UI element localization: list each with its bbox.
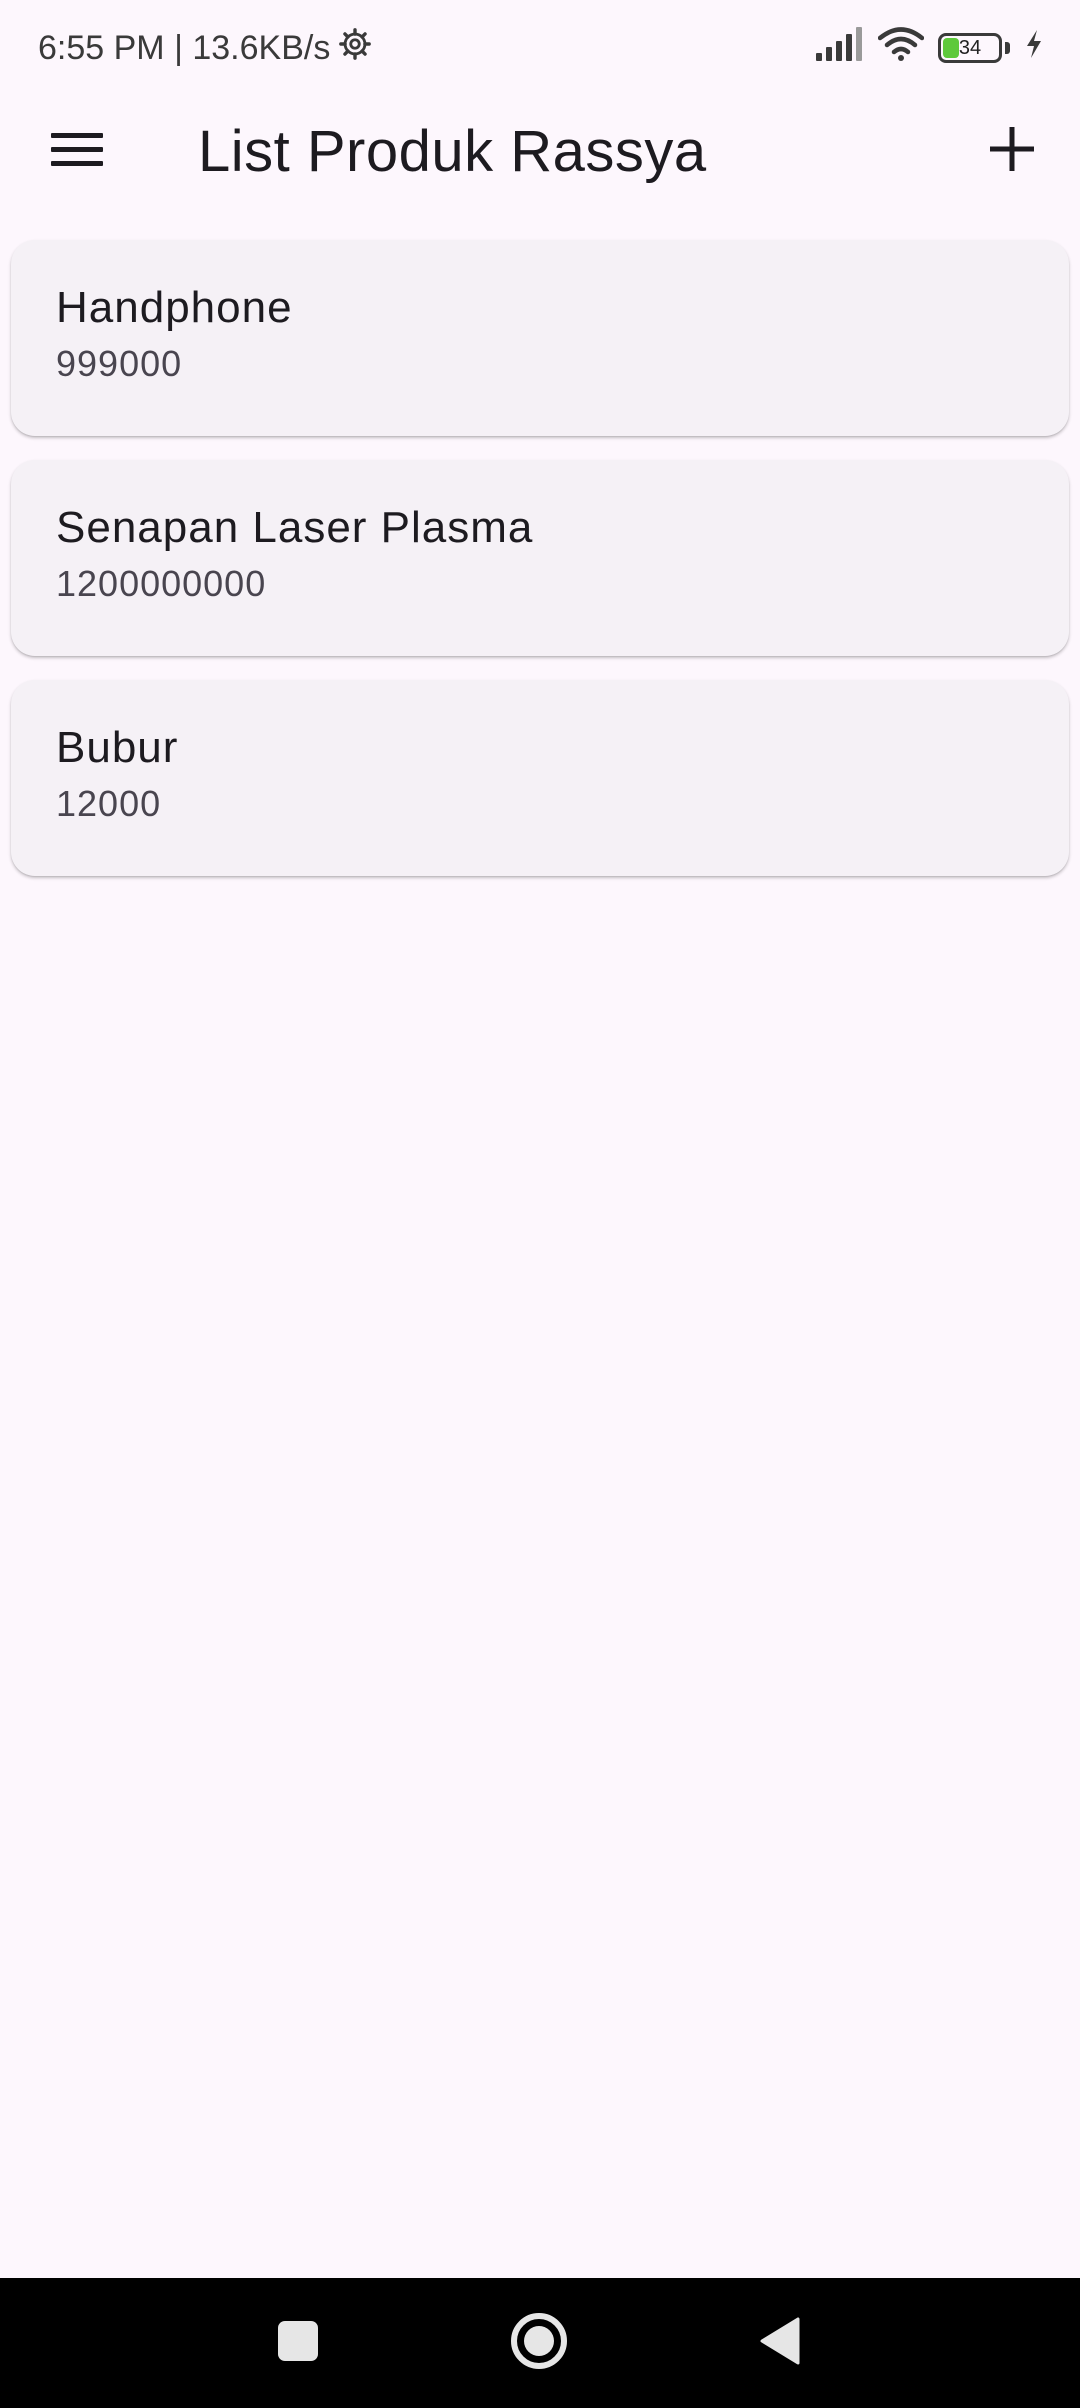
battery-level: 34 xyxy=(958,36,982,59)
product-card[interactable]: Handphone 999000 xyxy=(11,240,1069,436)
recents-button[interactable] xyxy=(258,2303,338,2383)
status-right: 34 xyxy=(814,26,1044,70)
product-list: Handphone 999000 Senapan Laser Plasma 12… xyxy=(11,240,1069,900)
square-icon xyxy=(276,2319,320,2368)
battery-cap xyxy=(1005,42,1010,54)
page-title: List Produk Rassya xyxy=(198,118,707,184)
status-left: 6:55 PM | 13.6KB/s xyxy=(38,27,372,70)
status-time-speed: 6:55 PM | 13.6KB/s xyxy=(38,28,331,67)
triangle-back-icon xyxy=(758,2316,802,2371)
home-button[interactable] xyxy=(499,2303,579,2383)
bolt-icon xyxy=(1024,29,1044,68)
add-product-button[interactable] xyxy=(962,101,1062,201)
product-name: Handphone xyxy=(56,283,293,332)
product-card[interactable]: Bubur 12000 xyxy=(11,680,1069,876)
product-price: 999000 xyxy=(56,343,183,384)
product-name: Bubur xyxy=(56,723,179,772)
menu-button[interactable] xyxy=(27,101,127,201)
signal-icon xyxy=(814,26,864,70)
app-bar: List Produk Rassya xyxy=(0,96,1080,206)
menu-icon xyxy=(51,129,103,174)
back-button[interactable] xyxy=(740,2303,820,2383)
plus-icon xyxy=(988,125,1036,178)
battery-fill xyxy=(943,38,959,58)
circle-icon xyxy=(509,2311,569,2376)
gear-icon xyxy=(338,27,372,70)
product-price: 1200000000 xyxy=(56,563,267,604)
battery-indicator: 34 xyxy=(938,33,1002,63)
product-card[interactable]: Senapan Laser Plasma 1200000000 xyxy=(11,460,1069,656)
product-name: Senapan Laser Plasma xyxy=(56,503,534,552)
status-bar: 6:55 PM | 13.6KB/s 34 xyxy=(0,0,1080,96)
system-nav-bar xyxy=(0,2278,1080,2408)
wifi-icon xyxy=(877,26,925,70)
product-price: 12000 xyxy=(56,783,162,824)
